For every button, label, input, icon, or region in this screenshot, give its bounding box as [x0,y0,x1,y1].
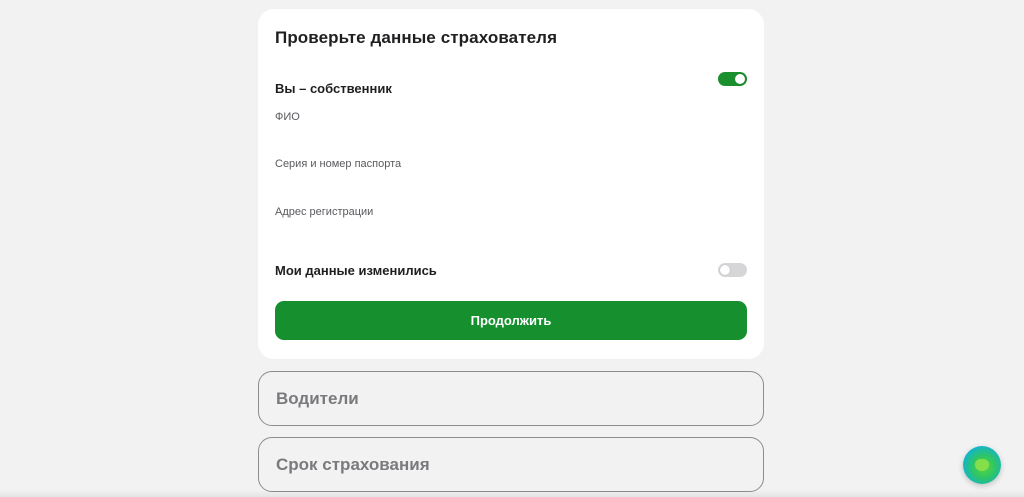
card-title: Проверьте данные страхователя [275,28,558,47]
section-insurance-period-title: Срок страхования [276,455,430,474]
page: Проверьте данные страхователя Вы – собст… [0,0,1024,497]
insurer-data-card: Проверьте данные страхователя Вы – собст… [258,9,764,359]
toggle-knob [720,265,730,275]
continue-button[interactable]: Продолжить [275,301,747,340]
data-changed-toggle-label: Мои данные изменились [275,263,437,278]
toggle-knob [735,74,745,84]
owner-toggle[interactable] [718,72,747,86]
owner-toggle-label: Вы – собственник [275,81,392,96]
assistant-orb-icon[interactable] [963,446,1001,484]
section-insurance-period[interactable]: Срок страхования [258,437,764,492]
assistant-orb-core [975,459,989,471]
full-name-field-label: ФИО [275,111,300,123]
address-field-label: Адрес регистрации [275,206,374,218]
bottom-edge-shadow [0,490,1024,497]
passport-field-label: Серия и номер паспорта [275,158,402,170]
section-drivers-title: Водители [276,389,359,408]
section-drivers[interactable]: Водители [258,371,764,426]
data-changed-toggle[interactable] [718,263,747,277]
